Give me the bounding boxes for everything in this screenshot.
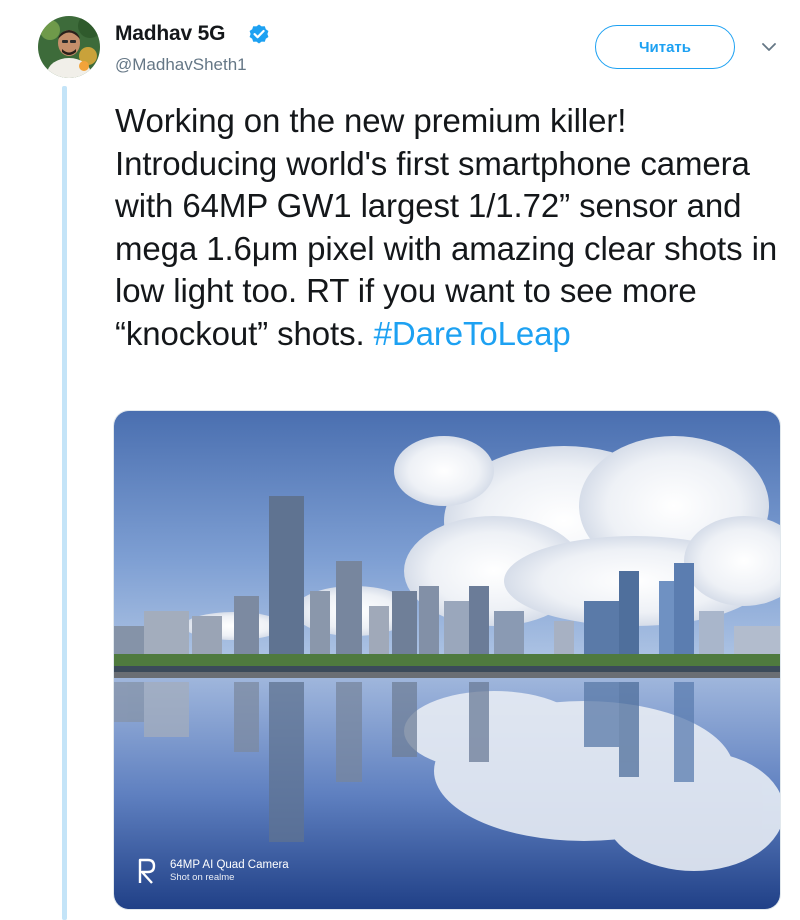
tweet-photo[interactable]: 64MP AI Quad Camera Shot on realme [113,410,781,910]
thread-line [62,86,67,920]
realme-logo-icon [136,857,158,885]
user-display-name[interactable]: Madhav 5G [115,22,225,46]
watermark-camera-text: 64MP AI Quad Camera [170,859,289,871]
follow-button[interactable]: Читать [595,25,735,69]
verified-badge-icon [247,22,271,46]
camera-watermark: 64MP AI Quad Camera Shot on realme [136,857,289,885]
avatar[interactable] [38,16,100,78]
hashtag-link[interactable]: #DareToLeap [374,315,571,352]
user-handle[interactable]: @MadhavSheth1 [115,55,247,75]
watermark-shot-text: Shot on realme [170,872,235,883]
city-skyline-photo [114,411,780,909]
tweet-card: Madhav 5G @MadhavSheth1 Читать Working o… [0,0,800,920]
chevron-down-icon[interactable] [758,36,780,58]
tweet-text: Working on the new premium killer! Intro… [115,100,785,355]
